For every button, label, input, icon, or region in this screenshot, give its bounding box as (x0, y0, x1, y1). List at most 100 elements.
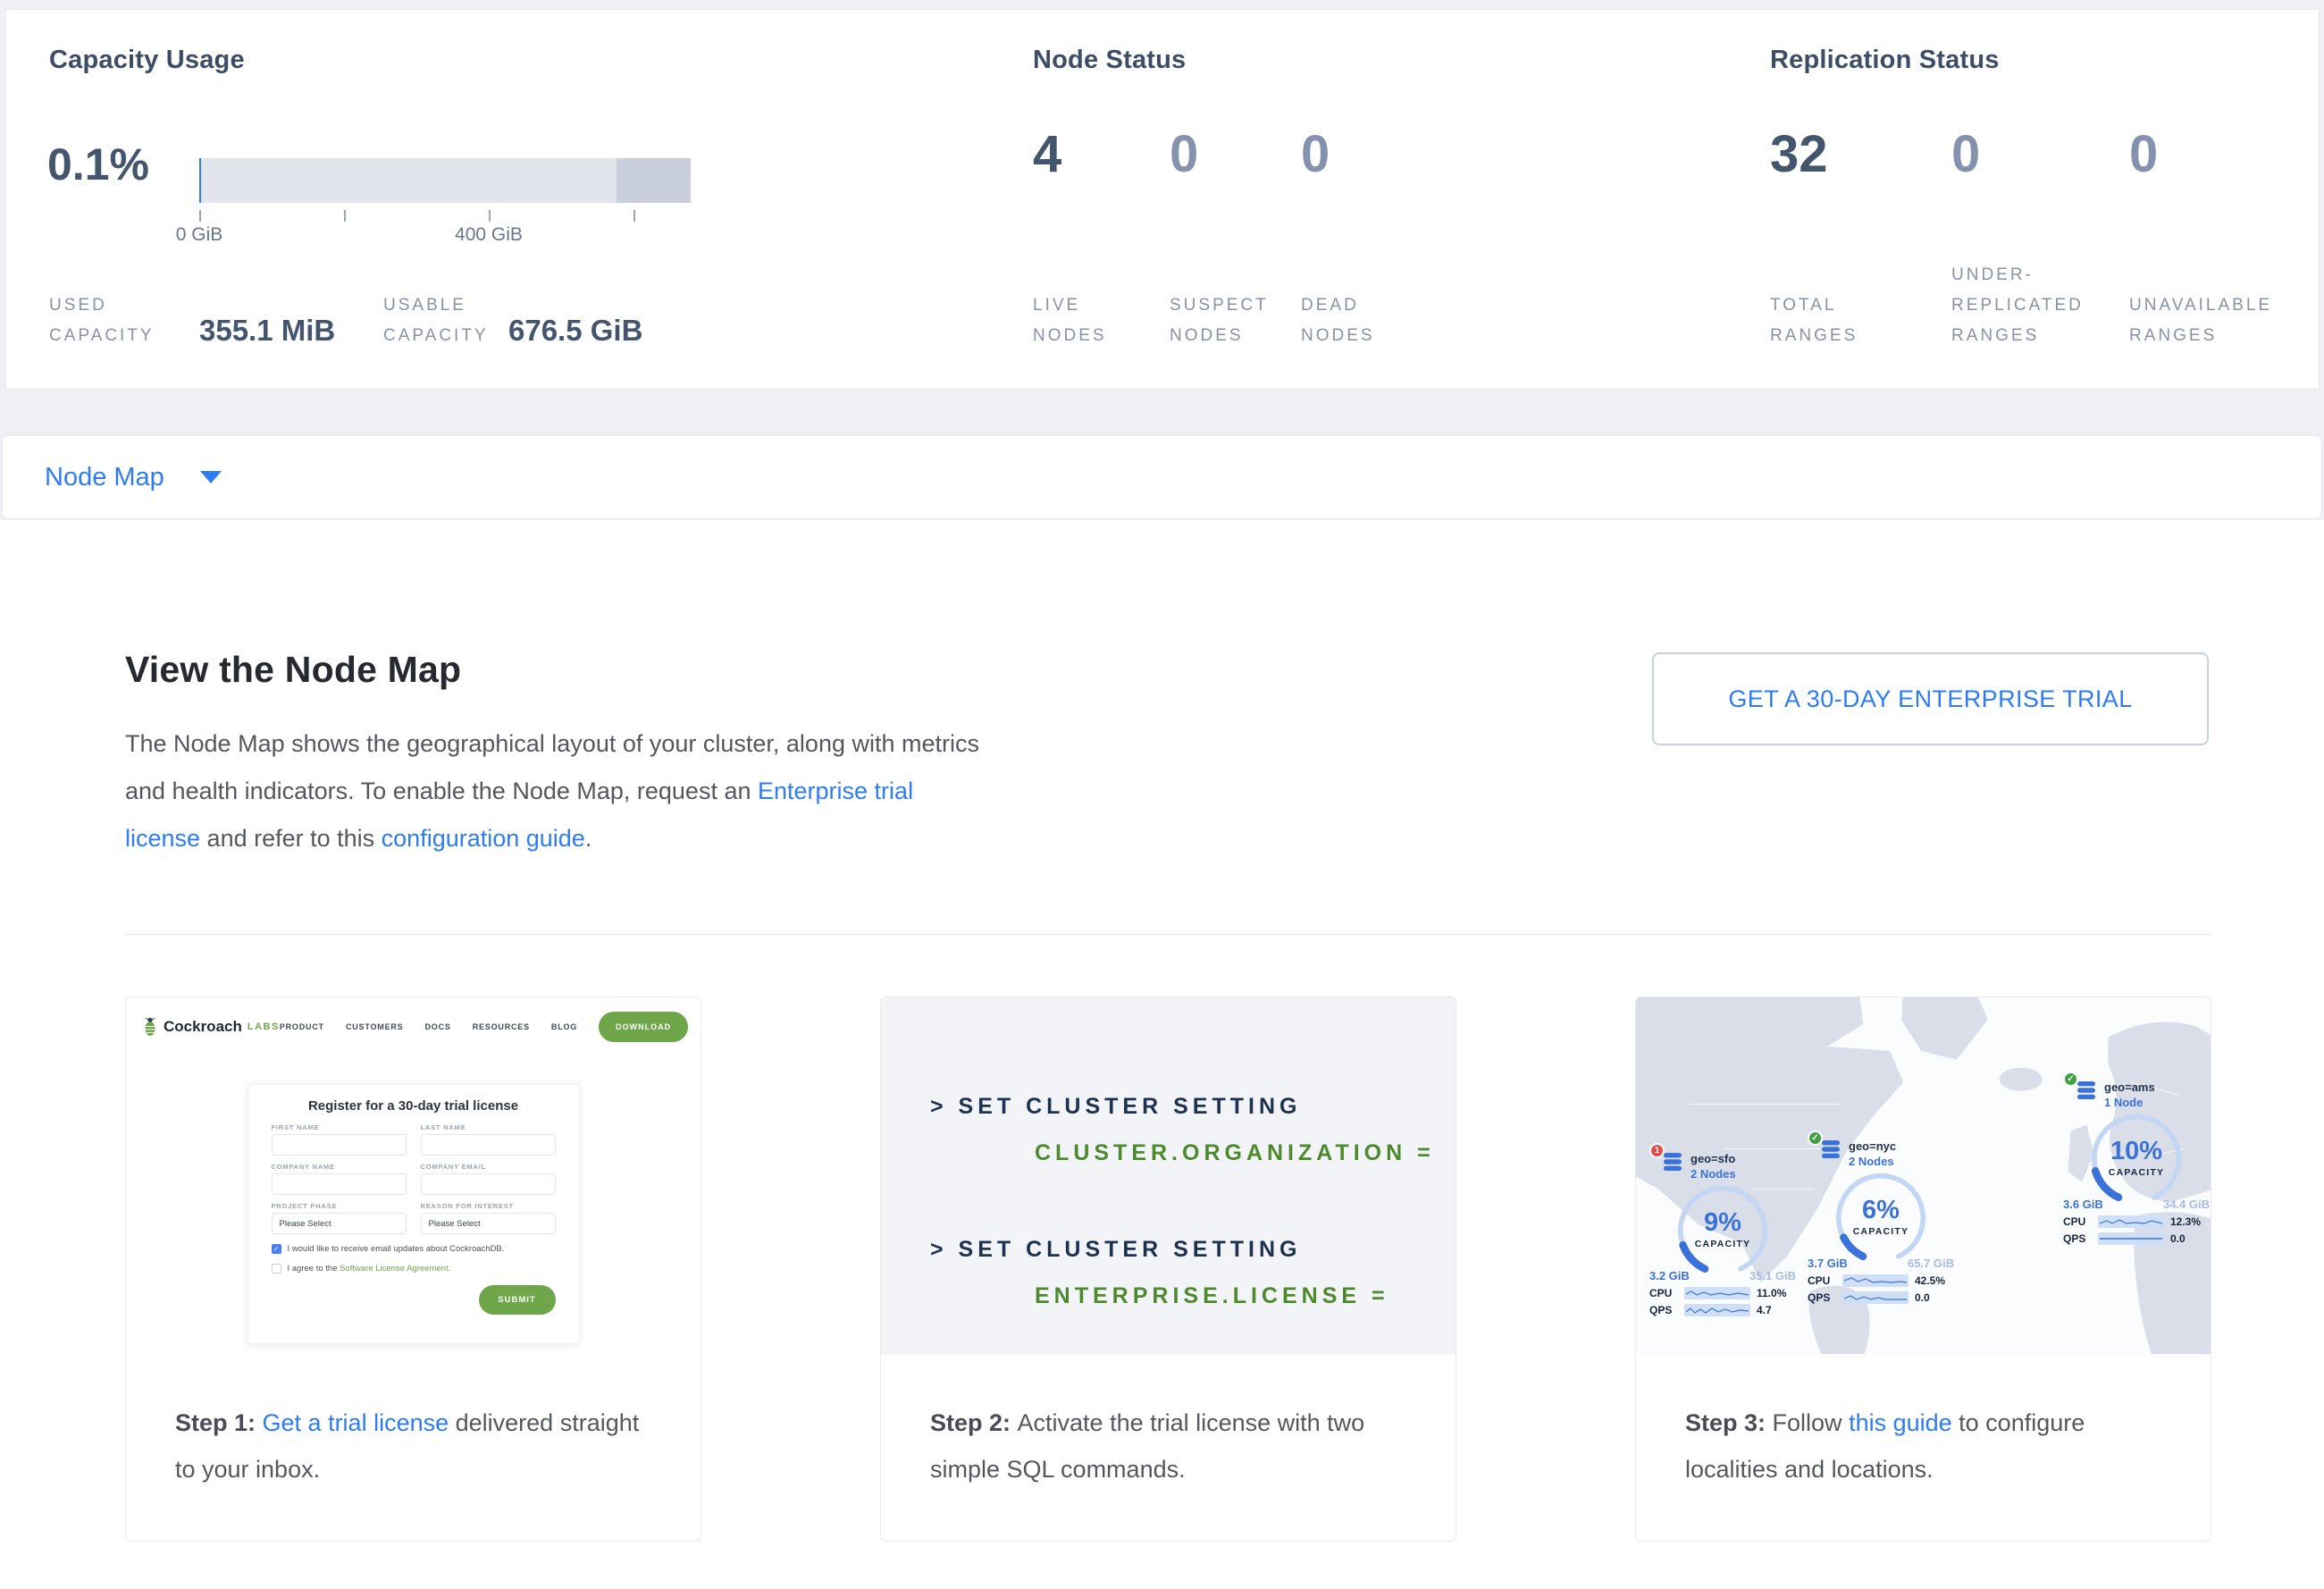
locality-name: geo=ams (2104, 1080, 2155, 1095)
field-first-name: FIRST NAME (272, 1123, 407, 1156)
cpu-label: CPU (1808, 1274, 1836, 1287)
sql-line-4: ENTERPRISE.LICENSE = (1035, 1283, 1389, 1309)
used-capacity-value: 355.1 MiB (199, 314, 335, 348)
capacity-bar-other-segment (617, 158, 691, 203)
locality-labels: geo=ams 1 Node (2104, 1080, 2155, 1110)
trial-registration-form: Register for a 30-day trial license FIRS… (248, 1083, 580, 1344)
mini-site-nav: PRODUCT CUSTOMERS DOCS RESOURCES BLOG DO… (280, 1012, 688, 1042)
form-title: Register for a 30-day trial license (272, 1098, 556, 1114)
label-line: TOTAL (1770, 290, 1858, 321)
usable-capacity-label: USABLE CAPACITY (383, 290, 489, 351)
field-label: COMPANY NAME (272, 1163, 407, 1171)
axis-label-400: 400 GiB (426, 224, 551, 246)
cpu-sparkline (1842, 1274, 1909, 1287)
cpu-label: CPU (2063, 1215, 2092, 1228)
node-status-title: Node Status (1033, 46, 1186, 75)
logo-name: Cockroach (164, 1018, 242, 1036)
label-line: NODES (1170, 321, 1269, 351)
license-agreement-checkbox-row: I agree to the Software License Agreemen… (272, 1264, 556, 1274)
gauge-capacity-label: CAPACITY (2081, 1167, 2192, 1178)
label-line: SUSPECT (1170, 290, 1269, 321)
qps-label: QPS (2063, 1232, 2092, 1245)
locality-node-count: 2 Nodes (1849, 1154, 1896, 1169)
text-input (421, 1134, 556, 1156)
steps-cards-row: Cockroach LABS PRODUCT CUSTOMERS DOCS RE… (125, 996, 2211, 1542)
checkbox-label: I would like to receive email updates ab… (288, 1244, 505, 1254)
label-line: NODES (1033, 321, 1107, 351)
qps-label: QPS (1808, 1291, 1836, 1304)
checkbox-empty-icon (272, 1264, 281, 1274)
capacity-percent: 0.1% (47, 139, 149, 190)
label-line: RANGES (2129, 321, 2272, 351)
label-line: UNAVAILABLE (2129, 290, 2272, 321)
capacity-bar (199, 158, 691, 203)
qps-value: 0.0 (1915, 1291, 1930, 1304)
node-map-placeholder-section: View the Node Map The Node Map shows the… (0, 520, 2324, 1589)
step3-label: Step 3: (1685, 1409, 1773, 1436)
nav-item-customers: CUSTOMERS (346, 1022, 404, 1031)
label-line: NODES (1301, 321, 1375, 351)
step3-caption: Step 3: Follow this guide to configure l… (1636, 1355, 2211, 1492)
label-line: REPLICATED (1951, 290, 2084, 321)
software-license-agreement-link: Software License Agreement. (340, 1264, 450, 1274)
this-guide-link[interactable]: this guide (1849, 1409, 1952, 1436)
checkbox-label: I agree to the Software License Agreemen… (288, 1264, 451, 1274)
label-line: DEAD (1301, 290, 1375, 321)
axis-tick (633, 210, 635, 222)
field-company-name: COMPANY NAME (272, 1163, 407, 1195)
gauge-percent: 10% (2081, 1137, 2192, 1166)
cpu-value: 11.0% (1757, 1287, 1786, 1299)
live-nodes-label: LIVE NODES (1033, 290, 1107, 351)
axis-tick (344, 210, 346, 222)
cockroach-bug-icon (142, 1017, 158, 1037)
label-line: RANGES (1951, 321, 2084, 351)
label-line: LIVE (1033, 290, 1107, 321)
error-badge: 1 (1649, 1143, 1665, 1158)
used-capacity-label: USED CAPACITY (49, 290, 155, 351)
locality-name: geo=sfo (1691, 1151, 1736, 1166)
suspect-nodes-value: 0 (1170, 124, 1198, 184)
field-last-name: LAST NAME (421, 1123, 556, 1156)
configuration-guide-link[interactable]: configuration guide (382, 825, 585, 852)
sql-code-pane: > SET CLUSTER SETTING CLUSTER.ORGANIZATI… (881, 997, 1456, 1355)
caption-text: Follow (1773, 1409, 1850, 1436)
total-ranges-value: 32 (1770, 124, 1828, 184)
locality-sfo: 1 geo=sfo 2 Nodes (1649, 1151, 1796, 1316)
node-map-dropdown[interactable]: Node Map (2, 435, 2322, 519)
cpu-metric: CPU 11.0% (1649, 1287, 1796, 1299)
cpu-label: CPU (1649, 1287, 1678, 1299)
field-label: PROJECT PHASE (272, 1202, 407, 1210)
qps-metric: QPS 0.0 (1808, 1291, 1954, 1304)
usable-capacity-value: 676.5 GiB (508, 314, 642, 348)
label-line: RANGES (1770, 321, 1858, 351)
cluster-summary-panel: Capacity Usage 0.1% 0 GiB 400 GiB USED C… (5, 9, 2320, 390)
locality-node-count: 1 Node (2104, 1095, 2155, 1110)
mini-site-header: Cockroach LABS PRODUCT CUSTOMERS DOCS RE… (142, 1012, 684, 1042)
locality-labels: geo=nyc 2 Nodes (1849, 1139, 1896, 1169)
step2-illustration: > SET CLUSTER SETTING CLUSTER.ORGANIZATI… (881, 997, 1456, 1355)
axis-label-0: 0 GiB (137, 224, 262, 246)
text-input (272, 1134, 407, 1156)
select-input: Please Select (272, 1213, 407, 1234)
checkbox-checked-icon (272, 1244, 281, 1254)
submit-button: SUBMIT (479, 1285, 556, 1315)
mini-website-screenshot: Cockroach LABS PRODUCT CUSTOMERS DOCS RE… (126, 997, 701, 1355)
step1-label: Step 1: (175, 1409, 263, 1436)
gauge-percent: 9% (1667, 1208, 1778, 1238)
chevron-down-icon (200, 471, 222, 483)
unavailable-ranges-label: UNAVAILABLE RANGES (2129, 290, 2272, 351)
step1-caption: Step 1: Get a trial license delivered st… (126, 1355, 701, 1492)
text-input (421, 1173, 556, 1195)
node-map-dropdown-label: Node Map (45, 463, 164, 492)
cockroach-labs-logo: Cockroach LABS (142, 1017, 280, 1037)
cpu-sparkline (1684, 1287, 1750, 1299)
intro-text: and refer to this (200, 825, 382, 852)
download-button: DOWNLOAD (599, 1012, 688, 1042)
get-enterprise-trial-button[interactable]: GET A 30-DAY ENTERPRISE TRIAL (1652, 652, 2209, 745)
locality-ams: ✓ geo=ams 1 Node (2063, 1080, 2210, 1245)
step2-card: > SET CLUSTER SETTING CLUSTER.ORGANIZATI… (880, 996, 1456, 1542)
sql-line-3: > SET CLUSTER SETTING (930, 1237, 1301, 1263)
field-label: FIRST NAME (272, 1123, 407, 1131)
get-trial-license-link[interactable]: Get a trial license (263, 1409, 449, 1436)
gauge-percent: 6% (1825, 1196, 1936, 1225)
